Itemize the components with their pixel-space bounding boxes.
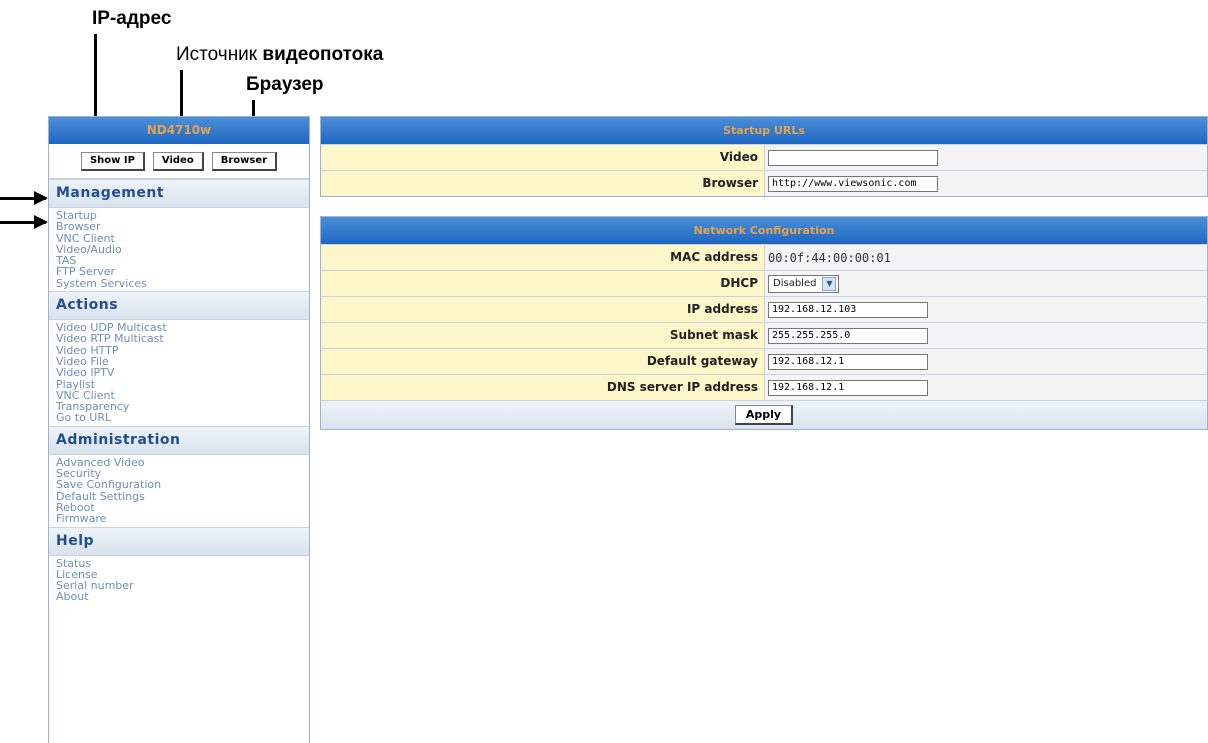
startup-video-row: Video	[321, 144, 1207, 170]
menu-item-system-services[interactable]: System Services	[56, 277, 309, 289]
dhcp-row: DHCP Disabled ▼	[321, 270, 1207, 296]
subnet-row: Subnet mask	[321, 322, 1207, 348]
section-help: Help	[49, 526, 309, 556]
gateway-row: Default gateway	[321, 348, 1207, 374]
arrow-to-management	[0, 191, 48, 205]
menu-item-about[interactable]: About	[56, 591, 309, 603]
show-ip-button[interactable]: Show IP	[80, 151, 145, 171]
startup-video-label: Video	[321, 145, 765, 170]
menu-help: Status License Serial number About	[49, 556, 309, 605]
subnet-label: Subnet mask	[321, 323, 765, 348]
section-actions: Actions	[49, 291, 309, 321]
menu-management: Startup Browser VNC Client Video/Audio T…	[49, 208, 309, 291]
sidebar: ND4710w Show IP Video Browser Management…	[48, 116, 310, 743]
menu-item-video-audio[interactable]: Video/Audio	[56, 244, 309, 256]
mac-row: MAC address 00:0f:44:00:00:01	[321, 244, 1207, 270]
chevron-down-icon: ▼	[822, 276, 837, 291]
startup-browser-row: Browser	[321, 170, 1207, 196]
annotation-ip-address: IP-адрес	[92, 8, 172, 29]
arrow-to-startup	[0, 215, 48, 229]
menu-item-go-to-url[interactable]: Go to URL	[56, 412, 309, 424]
menu-item-firmware[interactable]: Firmware	[56, 513, 309, 525]
menu-item-video-rtp-multicast[interactable]: Video RTP Multicast	[56, 333, 309, 345]
mac-label: MAC address	[321, 245, 765, 270]
dns-server-input[interactable]	[768, 379, 928, 396]
section-administration: Administration	[49, 425, 309, 455]
default-gateway-input[interactable]	[768, 353, 928, 370]
menu-item-save-configuration[interactable]: Save Configuration	[56, 479, 309, 491]
menu-item-serial-number[interactable]: Serial number	[56, 580, 309, 592]
ip-address-input[interactable]	[768, 301, 928, 318]
startup-video-input[interactable]	[768, 149, 938, 166]
menu-item-browser[interactable]: Browser	[56, 221, 309, 233]
menu-actions: Video UDP Multicast Video RTP Multicast …	[49, 320, 309, 426]
startup-browser-input[interactable]	[768, 175, 938, 192]
menu-administration: Advanced Video Security Save Configurati…	[49, 455, 309, 527]
dhcp-label: DHCP	[321, 271, 765, 296]
subnet-mask-input[interactable]	[768, 327, 928, 344]
gateway-label: Default gateway	[321, 349, 765, 374]
network-configuration-title: Network Configuration	[321, 217, 1207, 244]
startup-browser-label: Browser	[321, 171, 765, 196]
menu-item-video-iptv[interactable]: Video IPTV	[56, 367, 309, 379]
startup-urls-panel: Startup URLs Video Browser	[320, 116, 1208, 197]
device-name: ND4710w	[49, 117, 309, 144]
annotation-video-source: Источник видеопотока	[176, 44, 384, 65]
mac-value: 00:0f:44:00:00:01	[768, 250, 891, 265]
video-button[interactable]: Video	[152, 151, 204, 171]
dns-label: DNS server IP address	[321, 375, 765, 400]
apply-row: Apply	[321, 400, 1207, 429]
annotation-browser: Браузер	[246, 74, 324, 95]
dhcp-selected-value: Disabled	[773, 278, 817, 289]
dhcp-select[interactable]: Disabled ▼	[768, 274, 840, 293]
network-configuration-panel: Network Configuration MAC address 00:0f:…	[320, 216, 1208, 430]
section-management: Management	[49, 179, 309, 208]
dns-row: DNS server IP address	[321, 374, 1207, 400]
ip-label: IP address	[321, 297, 765, 322]
browser-button[interactable]: Browser	[211, 151, 278, 171]
apply-button[interactable]: Apply	[734, 405, 794, 425]
ip-row: IP address	[321, 296, 1207, 322]
quick-buttons: Show IP Video Browser	[49, 144, 309, 179]
startup-urls-title: Startup URLs	[321, 117, 1207, 144]
